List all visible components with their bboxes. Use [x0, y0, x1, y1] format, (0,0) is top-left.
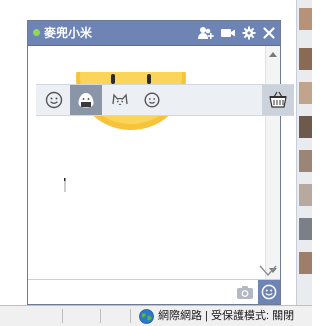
face-icon — [144, 92, 160, 108]
status-divider — [100, 309, 101, 323]
smiley-icon — [261, 284, 277, 300]
close-icon[interactable] — [261, 25, 277, 41]
status-divider — [130, 309, 131, 323]
face-sticker-tab[interactable] — [136, 85, 168, 115]
friends-sidebar — [296, 0, 312, 305]
sticker-panel-tabs — [36, 84, 294, 116]
camera-icon[interactable] — [236, 284, 254, 300]
status-divider — [62, 309, 63, 323]
friend-avatar[interactable] — [299, 116, 312, 138]
friend-avatar[interactable] — [299, 252, 312, 274]
cat-sticker-tab[interactable] — [104, 85, 136, 115]
smiley-face-icon — [45, 91, 63, 109]
shopping-basket-icon — [269, 91, 287, 108]
settings-gear-icon[interactable] — [241, 25, 257, 41]
browser-status-bar: 網際網路 | 受保護模式: 關閉 — [0, 305, 312, 326]
background-page-strip — [0, 0, 27, 305]
panel-pointer-icon — [259, 265, 277, 277]
rice-ball-icon — [78, 93, 94, 108]
message-area[interactable] — [28, 46, 280, 279]
sticker-store-button[interactable] — [262, 85, 294, 115]
video-call-icon[interactable] — [220, 25, 236, 41]
friend-avatar[interactable] — [299, 82, 312, 104]
add-friend-icon[interactable] — [198, 25, 214, 41]
chat-title[interactable]: 麥兜小米 — [44, 25, 92, 41]
friend-avatar[interactable] — [299, 218, 312, 240]
friend-avatar[interactable] — [299, 8, 312, 30]
smiley-tab[interactable] — [38, 85, 70, 115]
cat-face-icon — [112, 93, 128, 105]
internet-zone-globe-icon — [139, 309, 154, 324]
friend-avatar[interactable] — [299, 48, 312, 70]
online-status-icon — [33, 29, 40, 36]
chat-window: 麥兜小米 — [27, 20, 281, 305]
rice-ball-sticker-tab[interactable] — [70, 85, 102, 115]
chat-header[interactable]: 麥兜小米 — [28, 21, 280, 46]
friend-avatar[interactable] — [299, 184, 312, 206]
friend-avatar[interactable] — [299, 150, 312, 172]
message-input-area — [28, 279, 280, 304]
security-zone-status-text[interactable]: 網際網路 | 受保護模式: 關閉 — [158, 309, 294, 324]
emoticon-button[interactable] — [258, 280, 280, 304]
text-caret-icon — [64, 178, 66, 192]
message-scrollbar[interactable] — [265, 46, 280, 279]
page: 麥兜小米 網際網路 | 受保護模式: 關閉 — [0, 0, 312, 326]
scroll-up-arrow-icon[interactable] — [269, 52, 277, 57]
message-input[interactable] — [32, 283, 232, 301]
